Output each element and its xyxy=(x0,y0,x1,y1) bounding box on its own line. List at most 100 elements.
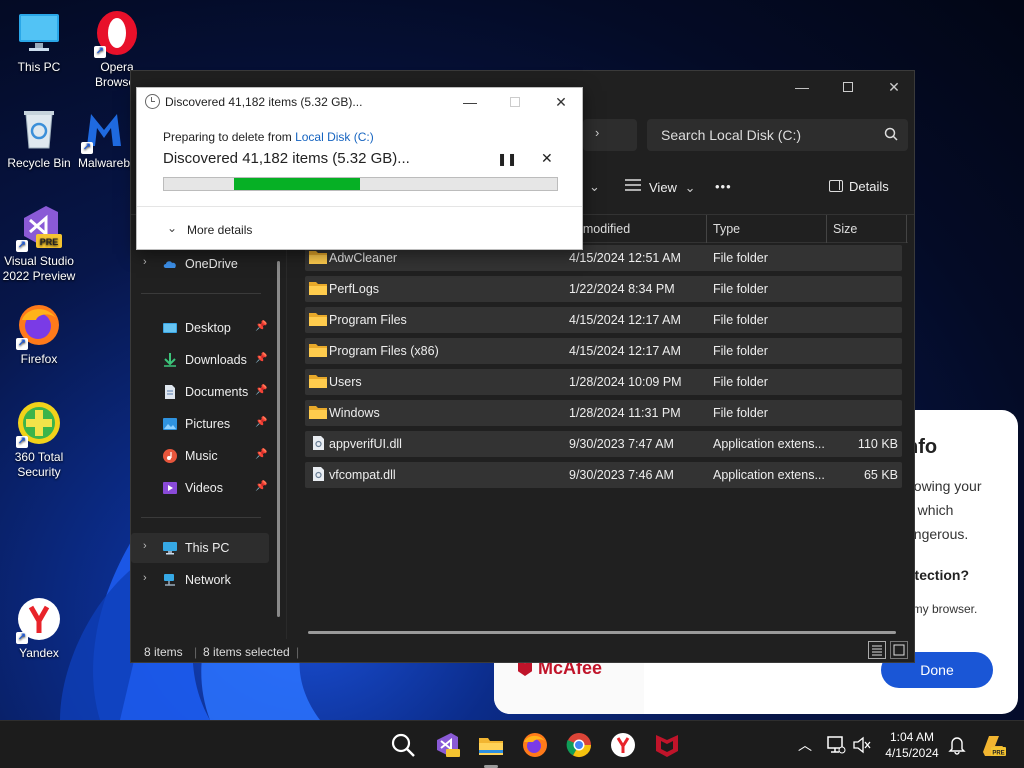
folder-icon xyxy=(309,375,327,388)
desktop-icon-visual-studio[interactable]: PRE ↗ Visual Studio 2022 Preview xyxy=(0,204,78,284)
clock-date: 4/15/2024 xyxy=(885,746,939,760)
folder-icon xyxy=(309,406,327,419)
pin-icon: 📌 xyxy=(255,449,268,460)
large-icons-view-button[interactable] xyxy=(890,641,908,659)
address-bar-end[interactable]: › xyxy=(583,119,637,151)
volume-muted-icon[interactable] xyxy=(852,735,872,755)
search-input[interactable]: Search Local Disk (C:) xyxy=(647,119,908,151)
file-row[interactable]: appverifUI.dll 9/30/2023 7:47 AM Applicati… xyxy=(305,431,902,457)
chevron-down-icon[interactable]: ⌄ xyxy=(167,221,177,235)
see-more-button[interactable]: ••• xyxy=(715,179,732,194)
file-size: 65 KB xyxy=(863,468,898,482)
pause-button[interactable]: ❚❚ xyxy=(497,152,517,166)
horizontal-scrollbar[interactable] xyxy=(308,631,896,634)
dialog-maximize-button xyxy=(492,88,538,116)
chrome-icon[interactable] xyxy=(566,732,592,758)
nav-item-this-pc[interactable]: › This PC xyxy=(131,533,269,563)
taskbar: ︿ 1:04 AM 4/15/2024 PRE xyxy=(0,720,1024,768)
details-view-icon xyxy=(872,645,882,656)
location-link[interactable]: Local Disk (C:) xyxy=(295,130,374,144)
nav-item-documents[interactable]: Documents 📌 xyxy=(131,377,271,407)
file-explorer-icon[interactable] xyxy=(478,732,504,758)
nav-item-downloads[interactable]: Downloads 📌 xyxy=(131,345,271,375)
file-date-modified: 4/15/2024 12:17 AM xyxy=(569,344,681,358)
file-row[interactable]: Users 1/28/2024 10:09 PM File folder xyxy=(305,369,902,395)
malwarebytes-icon: ↗ xyxy=(81,106,127,154)
file-row[interactable]: vfcompat.dll 9/30/2023 7:46 AM Application… xyxy=(305,462,902,488)
minimize-button[interactable]: — xyxy=(779,71,825,103)
show-hidden-icons-chevron[interactable]: ︿ xyxy=(798,735,812,755)
yandex-icon[interactable] xyxy=(610,732,636,758)
nav-label: Network xyxy=(185,573,231,587)
column-type[interactable]: Type xyxy=(713,222,740,236)
folder-icon xyxy=(309,282,327,295)
nav-separator xyxy=(141,293,261,294)
column-divider[interactable] xyxy=(826,215,827,243)
pin-icon: 📌 xyxy=(255,481,268,492)
close-button[interactable]: ✕ xyxy=(871,71,917,103)
file-row[interactable]: Program Files 4/15/2024 12:17 AM File fold… xyxy=(305,307,902,333)
pin-icon: 📌 xyxy=(255,417,268,428)
file-row[interactable]: PerfLogs 1/22/2024 8:34 PM File folder xyxy=(305,276,902,302)
close-icon: ✕ xyxy=(541,150,553,166)
video-icon xyxy=(163,482,177,494)
360-security-icon: ↗ xyxy=(16,400,62,448)
desktop-icon-360-total-security[interactable]: ↗ 360 Total Security xyxy=(0,400,78,480)
desktop-icon-malwarebytes[interactable]: ↗ Malwarebytes xyxy=(78,106,130,171)
dialog-minimize-button[interactable]: — xyxy=(447,88,493,116)
nav-label: Downloads xyxy=(185,353,247,367)
progress-bar-fill xyxy=(234,178,360,190)
cancel-operation-button[interactable]: ✕ xyxy=(541,150,553,167)
nav-item-desktop[interactable]: Desktop 📌 xyxy=(131,313,271,343)
maximize-button[interactable] xyxy=(825,71,871,103)
file-row[interactable]: Windows 1/28/2024 11:31 PM File folder xyxy=(305,400,902,426)
pause-icon: ❚❚ xyxy=(497,152,518,166)
nav-item-videos[interactable]: Videos 📌 xyxy=(131,473,271,503)
nav-label: OneDrive xyxy=(185,257,238,271)
nav-item-music[interactable]: Music 📌 xyxy=(131,441,271,471)
dialog-close-button[interactable]: ✕ xyxy=(538,88,584,116)
column-divider[interactable] xyxy=(706,215,707,243)
nav-label: Pictures xyxy=(185,417,231,431)
maximize-icon xyxy=(843,82,853,92)
nav-scrollbar[interactable] xyxy=(277,261,280,617)
sort-chevron-icon[interactable]: ⌄ xyxy=(589,179,600,195)
nav-item-network[interactable]: › Network xyxy=(131,565,271,595)
opera-icon: ↗ xyxy=(94,10,140,58)
mcafee-option-label[interactable]: t my browser. xyxy=(906,602,977,616)
firefox-icon[interactable] xyxy=(522,732,548,758)
notification-bell-icon[interactable] xyxy=(947,735,967,755)
file-name: vfcompat.dll xyxy=(329,468,396,482)
nav-item-onedrive[interactable]: › OneDrive xyxy=(131,249,271,279)
view-button[interactable]: View ⌄ xyxy=(625,179,695,196)
taskbar-clock[interactable]: 1:04 AM 4/15/2024 xyxy=(872,729,952,761)
mcafee-icon[interactable] xyxy=(654,732,680,758)
dialog-separator xyxy=(137,206,582,207)
network-icon xyxy=(164,574,175,586)
nav-label: Music xyxy=(185,449,218,463)
search-icon[interactable] xyxy=(390,732,416,758)
chevron-right-icon: › xyxy=(143,540,147,552)
visual-studio-icon[interactable] xyxy=(434,732,460,758)
desktop-icon-this-pc[interactable]: This PC xyxy=(0,10,78,75)
details-pane-button[interactable]: Details xyxy=(829,179,889,194)
details-view-button[interactable] xyxy=(868,641,886,659)
column-size[interactable]: Size xyxy=(833,222,857,236)
copilot-preview-icon[interactable]: PRE xyxy=(980,732,1006,758)
chevron-right-icon: › xyxy=(143,256,147,268)
file-name: Windows xyxy=(329,406,380,420)
nav-item-pictures[interactable]: Pictures 📌 xyxy=(131,409,271,439)
desktop-icon-yandex[interactable]: ↗ Yandex xyxy=(0,596,78,661)
pane-divider[interactable] xyxy=(286,215,287,639)
desktop-icon-firefox[interactable]: ↗ Firefox xyxy=(0,302,78,367)
desktop-icon-label: Malwarebytes xyxy=(78,156,130,170)
file-name: Users xyxy=(329,375,362,389)
more-details-button[interactable]: More details xyxy=(187,223,252,237)
search-placeholder: Search Local Disk (C:) xyxy=(661,127,802,143)
desktop-icon-recycle-bin[interactable]: Recycle Bin xyxy=(0,106,78,171)
file-row[interactable]: Program Files (x86) 4/15/2024 12:17 AM Fil… xyxy=(305,338,902,364)
column-divider[interactable] xyxy=(906,215,907,243)
network-status-icon[interactable] xyxy=(826,735,846,755)
file-type: File folder xyxy=(713,251,768,265)
yandex-icon: ↗ xyxy=(16,596,62,644)
